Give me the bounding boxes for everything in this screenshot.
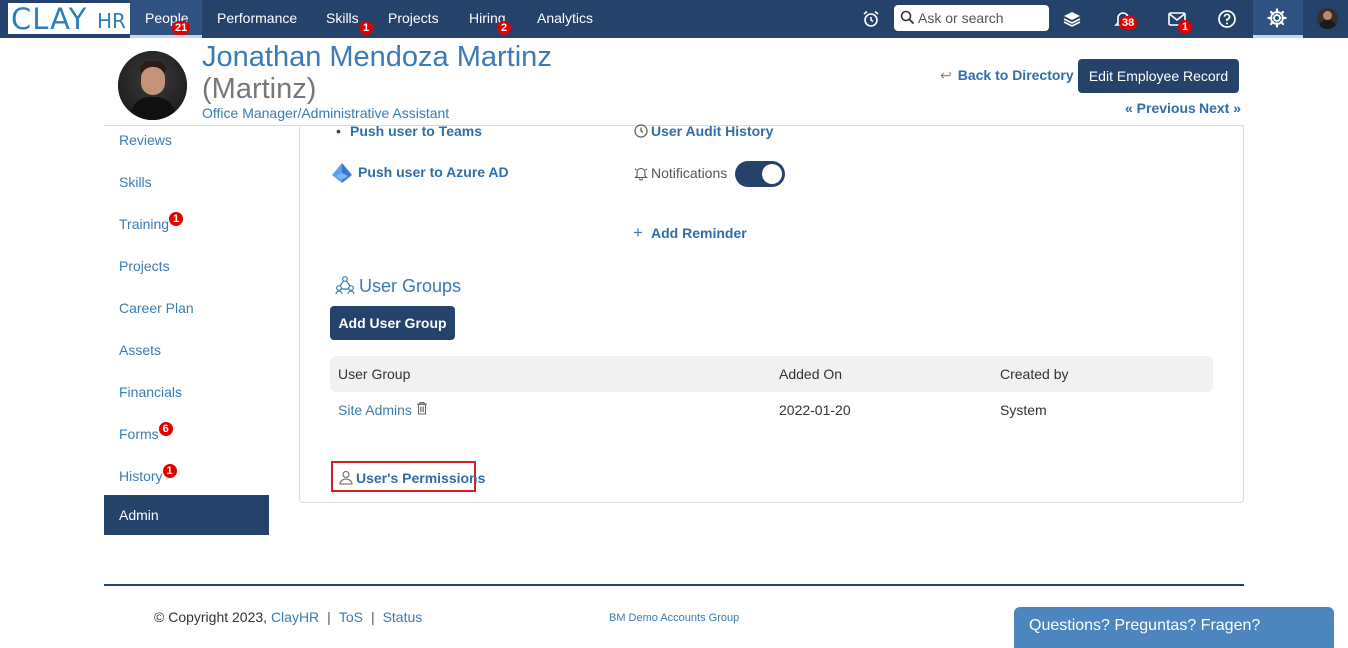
nav-people-badge: 21 <box>172 21 191 35</box>
column-header-user-group: User Group <box>338 366 411 382</box>
status-link[interactable]: Status <box>383 609 423 625</box>
previous-link[interactable]: « Previous <box>1125 100 1196 116</box>
history-badge: 1 <box>162 464 177 478</box>
sidebar-item-assets[interactable]: Assets <box>104 339 269 379</box>
sidebar-item-skills[interactable]: Skills <box>104 171 269 211</box>
nav-performance-label: Performance <box>217 10 298 26</box>
alarm-clock-icon[interactable] <box>861 9 881 29</box>
user-groups-table-header <box>330 356 1213 392</box>
user-avatar[interactable] <box>1317 8 1338 29</box>
column-header-created-by: Created by <box>1000 366 1069 382</box>
back-arrow-icon: ↩ <box>940 67 952 83</box>
sidebar-item-label: Career Plan <box>119 300 194 316</box>
notifications-label: Notifications <box>651 165 728 181</box>
footer-copyright: © Copyright 2023, ClayHR | ToS | Status <box>154 609 422 625</box>
forms-badge: 6 <box>158 422 173 436</box>
azure-ad-icon <box>332 163 352 183</box>
sidebar-item-career-plan[interactable]: Career Plan <box>104 297 269 337</box>
nav-performance[interactable]: Performance <box>217 0 297 38</box>
logo-clay-text: CLAY <box>11 2 88 36</box>
nav-projects[interactable]: Projects <box>388 0 439 38</box>
back-to-directory-link[interactable]: ↩ Back to Directory <box>940 67 1074 84</box>
sidebar-item-training[interactable]: Training 1 <box>104 212 269 253</box>
nav-skills[interactable]: Skills <box>326 0 359 38</box>
toggle-knob <box>762 164 782 184</box>
clayhr-link[interactable]: ClayHR <box>271 609 319 625</box>
sidebar-item-label: Reviews <box>119 132 172 148</box>
footer-separator: | <box>327 609 331 625</box>
layers-icon[interactable] <box>1062 9 1082 29</box>
user-groups-title: User Groups <box>359 276 462 296</box>
clock-history-icon <box>634 124 648 138</box>
nav-analytics[interactable]: Analytics <box>537 0 593 38</box>
nav-people[interactable]: People <box>130 0 202 38</box>
users-permissions-link[interactable]: User's Permissions <box>356 470 485 486</box>
search-input[interactable] <box>918 8 1043 28</box>
clayhr-logo[interactable]: CLAY HR <box>8 2 130 36</box>
sidebar-item-projects[interactable]: Projects <box>104 255 269 295</box>
notifications-badge: 38 <box>1119 16 1138 30</box>
tos-link[interactable]: ToS <box>339 609 363 625</box>
back-to-directory-label: Back to Directory <box>957 67 1074 83</box>
sidebar-item-label: Projects <box>119 258 170 274</box>
employee-name: Jonathan Mendoza Martinz <box>202 41 552 73</box>
sidebar-item-forms[interactable]: Forms 6 <box>104 422 269 463</box>
nav-projects-label: Projects <box>388 10 439 26</box>
employee-avatar <box>118 51 187 120</box>
column-header-added-on: Added On <box>779 366 843 382</box>
group-added-on: 2022-01-20 <box>779 402 851 418</box>
account-group-name: BM Demo Accounts Group <box>609 612 740 624</box>
help-icon[interactable] <box>1217 9 1237 29</box>
nav-hiring-badge: 2 <box>497 21 511 35</box>
sidebar-item-label: Admin <box>119 507 159 523</box>
nav-skills-badge: 1 <box>359 21 373 35</box>
messages-badge: 1 <box>1178 20 1192 34</box>
plus-icon: + <box>633 223 643 242</box>
add-reminder-link[interactable]: Add Reminder <box>651 225 747 241</box>
gear-icon <box>1267 8 1287 28</box>
nav-skills-label: Skills <box>326 10 359 26</box>
next-link[interactable]: Next » <box>1199 100 1241 116</box>
top-nav: CLAY HR People 21 Performance Skills 1 P… <box>0 0 1348 38</box>
sidebar-item-admin[interactable]: Admin <box>104 495 269 535</box>
user-icon <box>339 470 353 485</box>
sidebar-item-label: Assets <box>119 342 162 358</box>
sidebar-item-label: Training <box>119 216 170 232</box>
sidebar-item-label: Forms <box>119 426 159 442</box>
employee-nickname: (Martinz) <box>202 73 317 105</box>
sidebar-item-reviews[interactable]: Reviews <box>104 129 269 169</box>
footer-separator: | <box>370 609 375 625</box>
user-audit-history-link[interactable]: User Audit History <box>651 123 773 139</box>
push-to-teams-link[interactable]: Push user to Teams <box>350 123 482 139</box>
logo-hr-text: HR <box>97 9 126 33</box>
sidebar-item-label: History <box>119 468 163 484</box>
add-user-group-button[interactable]: Add User Group <box>330 306 455 340</box>
edit-employee-record-button[interactable]: Edit Employee Record <box>1078 59 1239 93</box>
settings-tab[interactable] <box>1253 0 1303 38</box>
nav-analytics-label: Analytics <box>537 10 594 26</box>
footer-divider <box>104 584 1244 586</box>
group-site-admins-link[interactable]: Site Admins <box>338 402 412 418</box>
group-created-by: System <box>1000 402 1047 418</box>
notification-bell-icon <box>634 167 648 181</box>
notifications-toggle[interactable] <box>735 161 785 187</box>
sidebar-item-financials[interactable]: Financials <box>104 381 269 421</box>
copyright-text: © Copyright 2023, <box>154 609 268 625</box>
employee-job-title: Office Manager/Administrative Assistant <box>202 105 450 121</box>
search-box[interactable] <box>894 5 1049 31</box>
push-to-azure-link[interactable]: Push user to Azure AD <box>358 164 509 180</box>
search-icon <box>900 10 915 25</box>
training-badge: 1 <box>169 212 184 226</box>
trash-icon[interactable] <box>416 401 428 415</box>
sidebar-item-label: Financials <box>119 384 183 400</box>
user-groups-icon <box>335 276 355 295</box>
sidebar-item-label: Skills <box>119 174 152 190</box>
chat-widget-button[interactable]: Questions? Preguntas? Fragen? <box>1014 607 1334 648</box>
bullet-icon: • <box>336 123 341 139</box>
